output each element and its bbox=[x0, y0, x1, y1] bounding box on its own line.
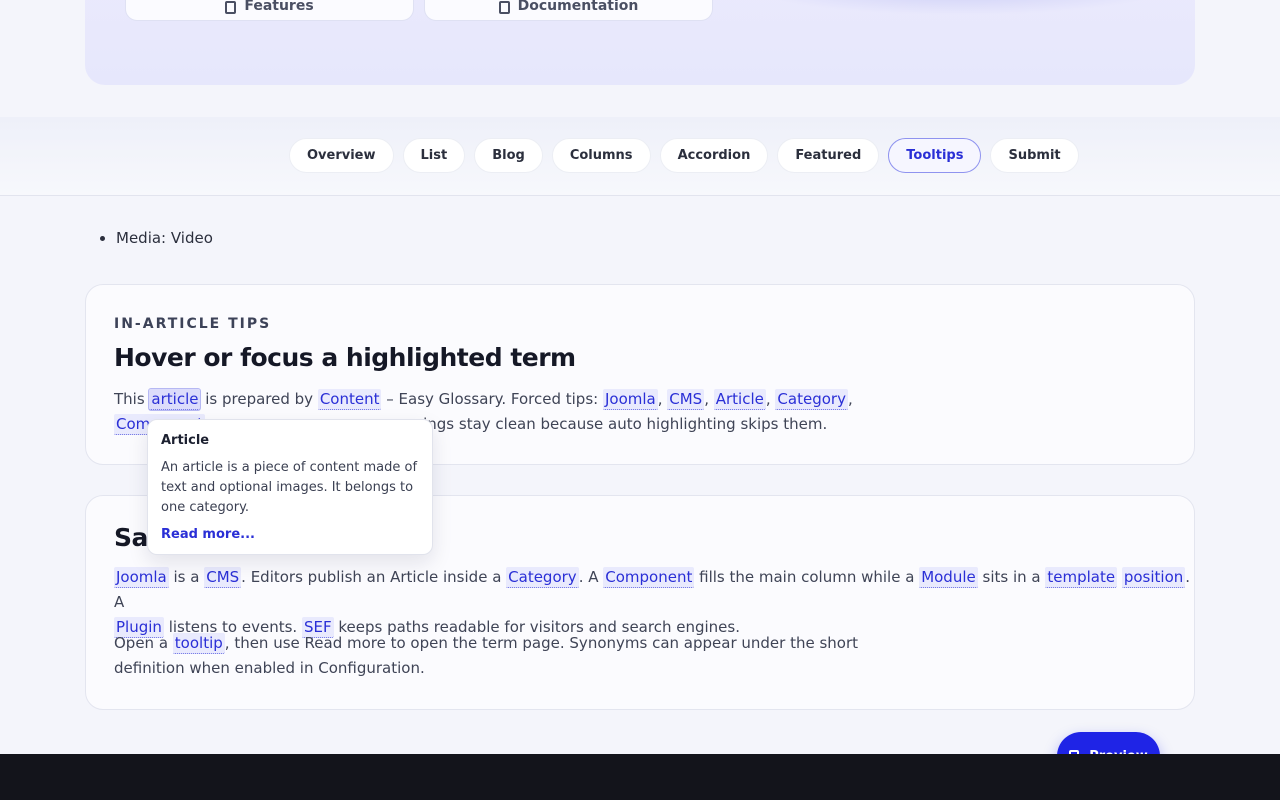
book-icon bbox=[498, 1, 510, 14]
glossary-term-category[interactable]: Category bbox=[506, 567, 579, 588]
tab-submit[interactable]: Submit bbox=[990, 138, 1079, 173]
text-segment: sits in a bbox=[977, 568, 1046, 586]
tab-accordion[interactable]: Accordion bbox=[659, 138, 769, 173]
tab-tooltips[interactable]: Tooltips bbox=[888, 138, 982, 173]
tab-list-view[interactable]: List bbox=[402, 138, 466, 173]
documentation-card[interactable]: Documentation bbox=[424, 0, 713, 21]
glossary-term-cms[interactable]: CMS bbox=[204, 567, 242, 588]
glossary-tooltip: Article An article is a piece of content… bbox=[147, 419, 433, 555]
text-segment: – Easy Glossary. Forced tips: bbox=[381, 390, 603, 408]
tab-list: Overview List Blog Columns Accordion Fea… bbox=[289, 138, 1079, 173]
tabs-bar: Overview List Blog Columns Accordion Fea… bbox=[0, 117, 1280, 196]
glossary-term-article-forced[interactable]: Article bbox=[713, 389, 766, 410]
glossary-term-joomla[interactable]: Joomla bbox=[114, 567, 169, 588]
tab-columns[interactable]: Columns bbox=[551, 138, 651, 173]
text-segment: Open a bbox=[114, 634, 173, 652]
site-footer bbox=[0, 754, 1280, 800]
features-label: Features bbox=[244, 0, 314, 14]
text-segment: fills the main column while a bbox=[694, 568, 920, 586]
glossary-term-cms[interactable]: CMS bbox=[667, 389, 705, 410]
hero-section: Features Documentation bbox=[85, 0, 1195, 85]
text-segment: , then use Read more to open the term pa… bbox=[224, 634, 859, 652]
text-segment: . Editors publish an Article inside a bbox=[241, 568, 507, 586]
features-card[interactable]: Features bbox=[125, 0, 414, 21]
list-item: Media: Video bbox=[100, 229, 213, 247]
glossary-term-article[interactable]: article bbox=[148, 388, 202, 411]
features-icon bbox=[225, 1, 237, 14]
documentation-label: Documentation bbox=[517, 0, 639, 14]
glossary-term-category[interactable]: Category bbox=[775, 389, 848, 410]
tab-featured[interactable]: Featured bbox=[777, 138, 880, 173]
card-title: Hover or focus a highlighted term bbox=[114, 343, 576, 372]
glossary-term-position[interactable]: position bbox=[1121, 567, 1186, 588]
bullet-dot bbox=[100, 235, 105, 241]
tooltip-read-more-link[interactable]: Read more... bbox=[161, 527, 419, 542]
list-item-text: Media: Video bbox=[116, 229, 213, 247]
glossary-term-tooltip[interactable]: tooltip bbox=[172, 633, 225, 654]
tab-overview[interactable]: Overview bbox=[289, 138, 394, 173]
sample-paragraph: Joomla is a CMS. Editors publish an Arti… bbox=[114, 565, 1194, 640]
text-segment: is prepared by bbox=[200, 390, 318, 408]
text-segment: This bbox=[114, 390, 150, 408]
text-segment: is a bbox=[168, 568, 205, 586]
text-segment: definition when enabled in Configuration… bbox=[114, 659, 425, 677]
tooltip-title: Article bbox=[161, 433, 210, 448]
hero-glow bbox=[750, 0, 1170, 15]
glossary-term-module[interactable]: Module bbox=[919, 567, 978, 588]
glossary-term-component[interactable]: Component bbox=[603, 567, 695, 588]
text-segment: . A bbox=[578, 568, 604, 586]
tooltip-body: An article is a piece of content made of… bbox=[161, 460, 418, 515]
tooltip-help-paragraph: Open a tooltip, then use Read more to op… bbox=[114, 631, 858, 681]
card-eyebrow: IN-ARTICLE TIPS bbox=[114, 316, 272, 332]
glossary-term-joomla[interactable]: Joomla bbox=[602, 389, 658, 410]
glossary-term-content[interactable]: Content bbox=[317, 389, 382, 410]
tab-blog[interactable]: Blog bbox=[474, 138, 543, 173]
card-title: Sa bbox=[114, 523, 148, 552]
glossary-term-template[interactable]: template bbox=[1045, 567, 1118, 588]
text-segment: ings stay clean because auto highlightin… bbox=[423, 415, 828, 433]
